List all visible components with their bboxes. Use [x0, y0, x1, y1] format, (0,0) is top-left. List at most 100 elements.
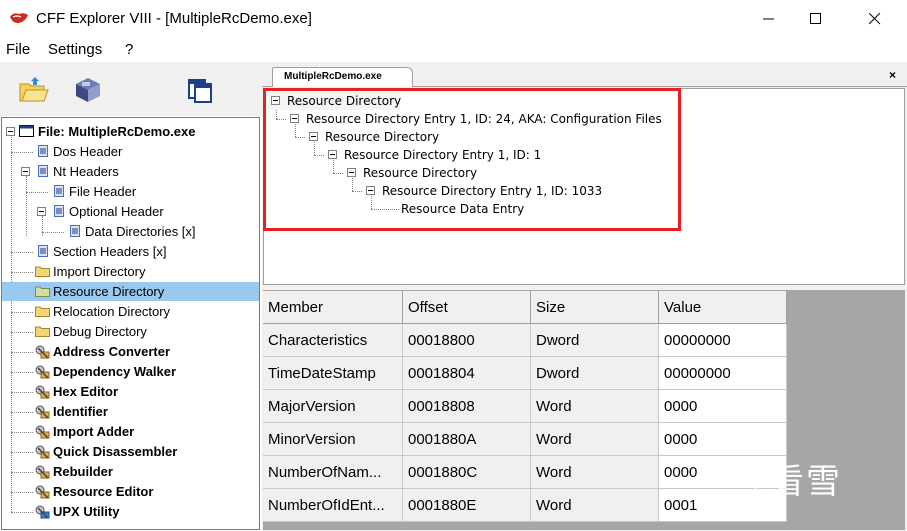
doc-icon	[54, 205, 64, 217]
tree-item-label: Import Adder	[53, 424, 135, 439]
table-cell-value[interactable]: 0000	[659, 390, 787, 423]
tree-item-label: Data Directories [x]	[85, 224, 196, 239]
tree-item-relocation-directory[interactable]: Relocation Directory	[2, 302, 259, 321]
window-title: CFF Explorer VIII - [MultipleRcDemo.exe]	[36, 10, 312, 27]
folder-icon	[35, 306, 50, 317]
tree-item-data-directories[interactable]: Data Directories [x]	[2, 222, 259, 241]
tree-item-file-header[interactable]: File Header	[2, 182, 259, 201]
save-disk-icon	[76, 78, 100, 102]
folder-icon	[35, 326, 50, 337]
tree-item-nt-headers[interactable]: Nt Headers	[2, 162, 259, 181]
tree-item-label: Resource Editor	[53, 484, 154, 499]
save-button[interactable]	[72, 74, 106, 108]
tree-item-quick-disassembler[interactable]: Quick Disassembler	[2, 442, 259, 461]
tree-item-label: Hex Editor	[53, 384, 119, 399]
tree-item-address-converter[interactable]: Address Converter	[2, 342, 259, 361]
annotation-highlight-box	[263, 88, 681, 231]
table-cell-offset: 00018800	[403, 324, 531, 357]
tree-item-debug-directory[interactable]: Debug Directory	[2, 322, 259, 341]
doc-icon	[54, 185, 64, 197]
table-cell-member: NumberOfNam...	[263, 456, 403, 489]
folder-icon	[35, 266, 50, 277]
tree-item-section-headers[interactable]: Section Headers [x]	[2, 242, 259, 261]
tree-item-label: Dependency Walker	[53, 364, 177, 379]
table-cell-offset: 0001880C	[403, 456, 531, 489]
table-cell-size: Word	[531, 423, 659, 456]
tree-item-file[interactable]: File: MultipleRcDemo.exe	[2, 122, 259, 141]
tree-item-label: UPX Utility	[53, 504, 120, 519]
open-button[interactable]	[17, 74, 51, 108]
watermark-text: 看雪	[770, 462, 842, 502]
collapse-icon[interactable]	[6, 127, 15, 136]
tool-icon	[35, 385, 50, 399]
tool-icon	[35, 425, 50, 439]
table-cell-value[interactable]: 0000	[659, 423, 787, 456]
collapse-icon[interactable]	[37, 207, 46, 216]
tree-item-import-adder[interactable]: Import Adder	[2, 422, 259, 441]
tab-label: MultipleRcDemo.exe	[284, 71, 382, 82]
tree-item-label: Quick Disassembler	[53, 444, 178, 459]
tree-item-label: Relocation Directory	[53, 304, 171, 319]
open-folder-icon	[19, 77, 49, 102]
tree-item-dependency-walker[interactable]: Dependency Walker	[2, 362, 259, 381]
column-header-size[interactable]: Size	[531, 291, 659, 324]
tree-item-identifier[interactable]: Identifier	[2, 402, 259, 421]
tree-item-resource-directory[interactable]: Resource Directory	[2, 282, 259, 301]
tab-close-icon[interactable]: ×	[889, 68, 896, 82]
tree-item-label: Section Headers [x]	[53, 244, 167, 259]
table-cell-member: MinorVersion	[263, 423, 403, 456]
table-cell-offset: 00018808	[403, 390, 531, 423]
tree-item-label: Resource Directory	[53, 284, 165, 299]
tree-item-upx-utility[interactable]: UPX Utility	[2, 502, 259, 521]
tool-icon	[35, 345, 50, 359]
table-cell-size: Word	[531, 456, 659, 489]
table-cell-member: Characteristics	[263, 324, 403, 357]
column-header-value[interactable]: Value	[659, 291, 787, 324]
snowflake-icon	[738, 457, 772, 493]
folder-icon	[35, 286, 50, 297]
title-bar: CFF Explorer VIII - [MultipleRcDemo.exe]	[0, 0, 907, 38]
tree-item-resource-editor[interactable]: Resource Editor	[2, 482, 259, 501]
tree-item-label: Debug Directory	[53, 324, 147, 339]
table-cell-member: TimeDateStamp	[263, 357, 403, 390]
menu-bar: File Settings ?	[0, 38, 907, 62]
maximize-icon	[810, 13, 821, 24]
minimize-button[interactable]	[746, 0, 792, 38]
maximize-button[interactable]	[793, 0, 839, 38]
table-cell-offset: 0001880E	[403, 489, 531, 522]
table-cell-offset: 0001880A	[403, 423, 531, 456]
tool-icon	[35, 365, 50, 379]
tree-item-label: Import Directory	[53, 264, 146, 279]
tool-icon	[35, 445, 50, 459]
collapse-icon[interactable]	[21, 167, 30, 176]
tree-item-rebuilder[interactable]: Rebuilder	[2, 462, 259, 481]
table-cell-size: Word	[531, 489, 659, 522]
tree-item-hex-editor[interactable]: Hex Editor	[2, 382, 259, 401]
windows-button[interactable]	[186, 74, 220, 108]
menu-help[interactable]: ?	[125, 41, 133, 58]
app-logo-icon	[10, 13, 28, 24]
tree-item-optional-header[interactable]: Optional Header	[2, 202, 259, 221]
table-cell-size: Word	[531, 390, 659, 423]
close-button[interactable]	[852, 0, 898, 38]
column-header-offset[interactable]: Offset	[403, 291, 531, 324]
tab-multiplercdemo[interactable]: MultipleRcDemo.exe	[272, 67, 413, 87]
tree-item-import-directory[interactable]: Import Directory	[2, 262, 259, 281]
doc-icon	[38, 165, 48, 177]
tree-pane[interactable]: File: MultipleRcDemo.exe Dos Header Nt H…	[1, 117, 260, 530]
doc-icon	[70, 225, 80, 237]
menu-settings[interactable]: Settings	[48, 41, 102, 58]
tool-icon	[35, 405, 50, 419]
tool-icon	[35, 485, 50, 499]
menu-file[interactable]: File	[6, 41, 30, 58]
tree-item-label: Identifier	[53, 404, 108, 419]
table-cell-member: MajorVersion	[263, 390, 403, 423]
tree-item-label: Rebuilder	[53, 464, 113, 479]
column-header-member[interactable]: Member	[263, 291, 403, 324]
tree-item-dos-header[interactable]: Dos Header	[2, 142, 259, 161]
tool-icon	[35, 465, 50, 479]
tree-item-label: Optional Header	[69, 204, 164, 219]
table-cell-value[interactable]: 00000000	[659, 324, 787, 357]
table-cell-value[interactable]: 00000000	[659, 357, 787, 390]
tree-item-label: Nt Headers	[53, 164, 119, 179]
